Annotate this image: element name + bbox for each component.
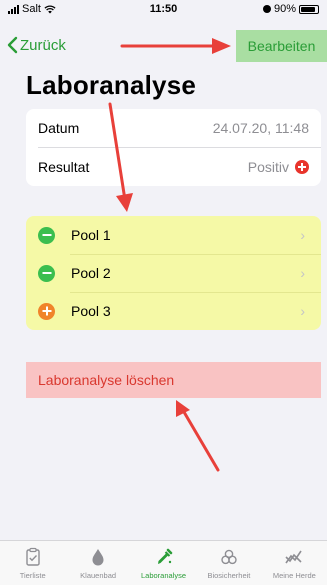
clipboard-icon — [26, 547, 40, 566]
battery-icon — [299, 4, 319, 14]
edit-button[interactable]: Bearbeiten — [236, 30, 327, 62]
arrow-to-edit — [120, 38, 231, 54]
pool-item[interactable]: Pool 1 › — [26, 216, 321, 254]
page-title: Laboranalyse — [26, 70, 197, 100]
back-button[interactable]: Zurück — [6, 36, 66, 54]
tab-klauenbad[interactable]: Klauenbad — [65, 541, 130, 585]
chevron-right-icon: › — [300, 227, 305, 243]
chevron-right-icon: › — [300, 265, 305, 281]
positive-plus-icon — [295, 159, 309, 174]
tab-label: Meine Herde — [272, 571, 316, 580]
info-card: Datum 24.07.20, 11:48 Resultat Positiv — [26, 109, 321, 186]
tab-laboranalyse[interactable]: Laboranalyse — [131, 541, 196, 585]
plus-circle-icon — [38, 302, 55, 320]
minus-circle-icon — [38, 226, 55, 244]
drop-icon — [92, 549, 104, 566]
tab-label: Laboranalyse — [140, 571, 187, 580]
date-value: 24.07.20, 11:48 — [212, 120, 309, 136]
chevron-right-icon: › — [300, 303, 305, 319]
date-row: Datum 24.07.20, 11:48 — [26, 109, 321, 147]
pool-list: Pool 1 › Pool 2 › Pool 3 › — [26, 216, 321, 330]
result-value-wrap: Positiv — [248, 159, 309, 175]
biohazard-icon — [221, 549, 237, 565]
tab-label: Klauenbad — [80, 571, 117, 580]
result-row[interactable]: Resultat Positiv — [38, 147, 321, 185]
pipette-icon — [157, 548, 172, 564]
tab-label: Biosicherheit — [207, 571, 251, 580]
result-label: Resultat — [38, 158, 90, 175]
do-not-disturb-icon — [262, 5, 271, 13]
result-value: Positiv — [247, 158, 289, 175]
pool-label: Pool 2 — [71, 265, 111, 281]
tab-biosicherheit[interactable]: Biosicherheit — [196, 541, 261, 585]
minus-circle-icon — [38, 264, 55, 282]
pool-item[interactable]: Pool 3 › — [26, 292, 321, 330]
tab-meine-herde[interactable]: Meine Herde — [262, 541, 327, 585]
status-right: 90% — [262, 3, 319, 15]
pool-item[interactable]: Pool 2 › — [26, 254, 321, 292]
tab-label: Tierliste — [19, 571, 46, 580]
arrow-to-delete — [176, 400, 220, 472]
chevron-left-icon — [7, 36, 18, 54]
trend-icon — [285, 550, 302, 564]
back-label: Zurück — [20, 36, 66, 54]
status-bar: Salt 11:50 90% — [0, 0, 327, 20]
pool-label: Pool 3 — [71, 303, 111, 319]
delete-analysis-button[interactable]: Laboranalyse löschen — [26, 362, 321, 398]
battery-percent: 90% — [273, 3, 296, 15]
tab-bar: Tierliste Klauenbad Laboranalyse Biosich… — [0, 540, 327, 585]
pool-label: Pool 1 — [71, 227, 111, 243]
tab-tierliste[interactable]: Tierliste — [0, 541, 65, 585]
date-label: Datum — [38, 120, 80, 136]
